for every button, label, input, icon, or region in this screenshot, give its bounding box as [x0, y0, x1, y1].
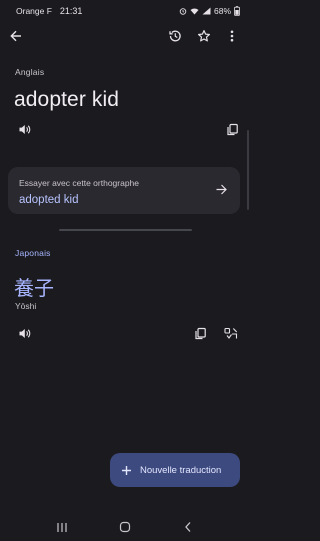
scrollbar-thumb[interactable]: [247, 130, 249, 210]
star-outline-icon: [197, 29, 211, 48]
status-bar: Orange F 21:31 68%: [0, 0, 250, 22]
spelling-suggestion-card[interactable]: Essayer avec cette orthographe adopted k…: [8, 167, 240, 214]
plus-icon: [121, 465, 132, 476]
home-button[interactable]: [113, 519, 137, 539]
wifi-icon: [190, 7, 199, 15]
system-back-button[interactable]: [176, 519, 200, 539]
alternate-translations-button[interactable]: [219, 324, 243, 348]
new-translation-label: Nouvelle traduction: [140, 464, 222, 476]
chevron-left-icon: [183, 520, 193, 538]
translation-romanization: Yōshi: [15, 301, 37, 311]
arrow-back-icon: [9, 29, 23, 48]
status-time: 21:31: [59, 6, 83, 16]
battery-icon: [234, 6, 240, 16]
translation-copy-button[interactable]: [188, 324, 212, 348]
back-button[interactable]: [4, 26, 28, 50]
home-icon: [119, 520, 131, 538]
volume-icon: [18, 327, 31, 345]
battery-percent: 68%: [213, 6, 231, 16]
copy-icon: [226, 123, 239, 141]
recent-apps-icon: [56, 520, 68, 538]
translation-listen-button[interactable]: [12, 324, 36, 348]
history-icon: [168, 29, 182, 48]
copy-icon: [194, 327, 207, 345]
more-vert-icon: [225, 29, 239, 48]
new-translation-button[interactable]: Nouvelle traduction: [110, 453, 240, 487]
system-nav-bar: [0, 516, 250, 541]
suggestion-hint: Essayer avec cette orthographe: [19, 178, 140, 188]
more-options-button[interactable]: [220, 26, 244, 50]
history-button[interactable]: [163, 26, 187, 50]
suggestion-text: adopted kid: [19, 194, 79, 206]
carrier-name: Orange F: [16, 6, 52, 16]
save-favorite-button[interactable]: [192, 26, 216, 50]
recent-apps-button[interactable]: [50, 519, 74, 539]
source-language-label[interactable]: Anglais: [15, 67, 44, 77]
alarm-icon: [179, 7, 187, 15]
translate-screen: Orange F 21:31 68% Anglais adopter kid E…: [0, 0, 250, 541]
app-bar: [0, 24, 250, 52]
volume-icon: [18, 123, 31, 141]
arrow-forward-icon: [215, 183, 228, 201]
compare-arrows-icon: [224, 327, 238, 345]
source-copy-button[interactable]: [220, 120, 244, 144]
status-icons: 68%: [179, 6, 240, 16]
source-listen-button[interactable]: [12, 120, 36, 144]
target-language-label[interactable]: Japonais: [15, 248, 51, 258]
source-text-input[interactable]: adopter kid: [14, 88, 119, 112]
signal-icon: [202, 7, 211, 15]
section-divider[interactable]: [59, 229, 192, 231]
translation-text: 養子: [14, 276, 54, 300]
